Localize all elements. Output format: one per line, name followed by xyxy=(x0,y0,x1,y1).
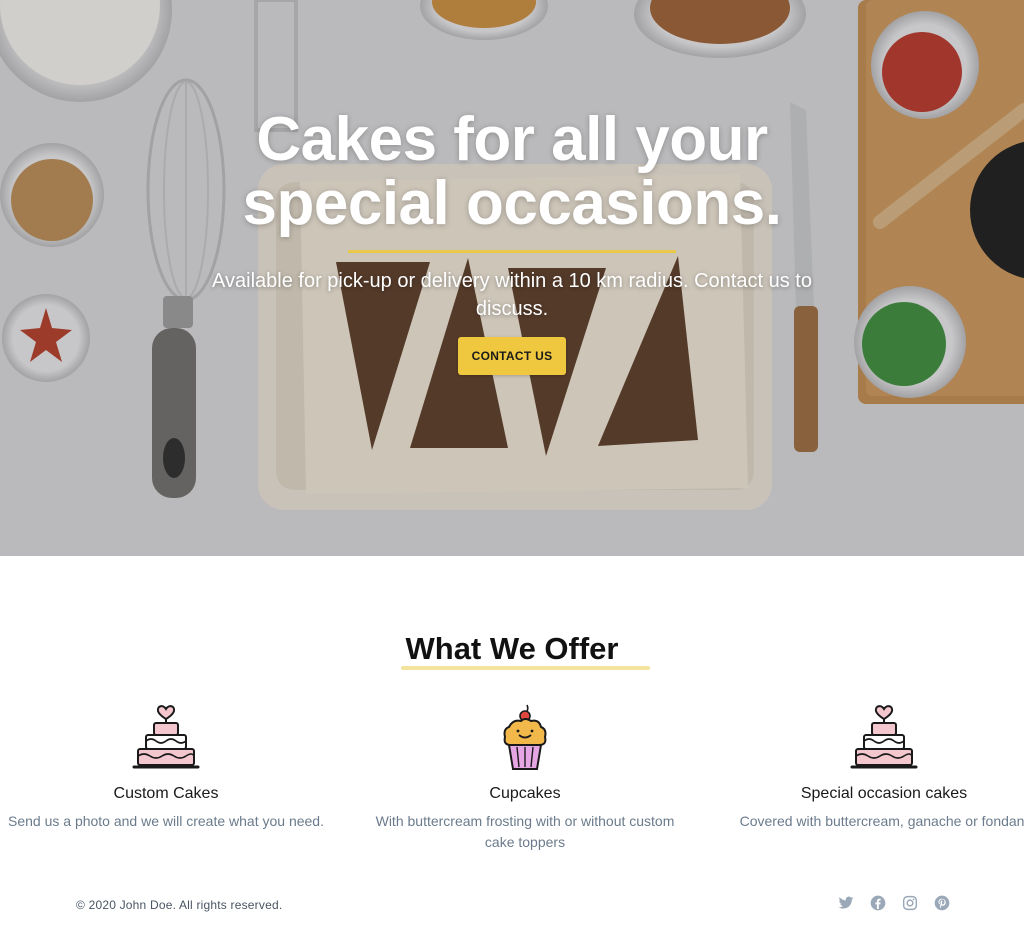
offer-heading-underline xyxy=(401,666,650,670)
offer-card-title: Cupcakes xyxy=(489,785,561,802)
offer-card-cupcakes: Cupcakes With buttercream frosting with … xyxy=(345,701,705,853)
hero-title: Cakes for all your special occasions. xyxy=(242,105,782,238)
offer-card-description: Send us a photo and we will create what … xyxy=(8,813,324,829)
offer-card-special-occasion: Special occasion cakes Covered with butt… xyxy=(704,701,1024,832)
tiered-cake-icon xyxy=(132,705,200,769)
copyright-text: © 2020 John Doe. All rights reserved. xyxy=(76,898,283,912)
facebook-icon[interactable] xyxy=(870,895,886,911)
contact-us-button[interactable]: CONTACT US xyxy=(457,337,567,375)
offer-card-custom-cakes: Custom Cakes Send us a photo and we will… xyxy=(0,701,346,832)
tiered-cake-icon xyxy=(850,705,918,769)
hero-content: Cakes for all your special occasions. Av… xyxy=(0,108,1024,375)
social-links xyxy=(838,895,950,911)
instagram-icon[interactable] xyxy=(902,895,918,911)
offer-card-title: Special occasion cakes xyxy=(800,785,968,802)
hero-section: Cakes for all your special occasions. Av… xyxy=(0,0,1024,556)
offer-card-description: Covered with buttercream, ganache or fon… xyxy=(739,813,1024,829)
hero-title-underline xyxy=(348,250,676,253)
offer-heading: What We Offer xyxy=(405,631,619,666)
footer: © 2020 John Doe. All rights reserved. xyxy=(0,858,1024,947)
cupcake-icon xyxy=(503,704,547,770)
twitter-icon[interactable] xyxy=(838,895,854,911)
offer-card-description: With buttercream frosting with or withou… xyxy=(375,813,675,850)
hero-subtitle: Available for pick-up or delivery within… xyxy=(212,270,812,320)
offer-cards: Custom Cakes Send us a photo and we will… xyxy=(0,701,1024,861)
pinterest-icon[interactable] xyxy=(934,895,950,911)
offer-card-title: Custom Cakes xyxy=(113,785,219,802)
offer-section: What We Offer Custom Cakes Send us a pho… xyxy=(0,556,1024,858)
